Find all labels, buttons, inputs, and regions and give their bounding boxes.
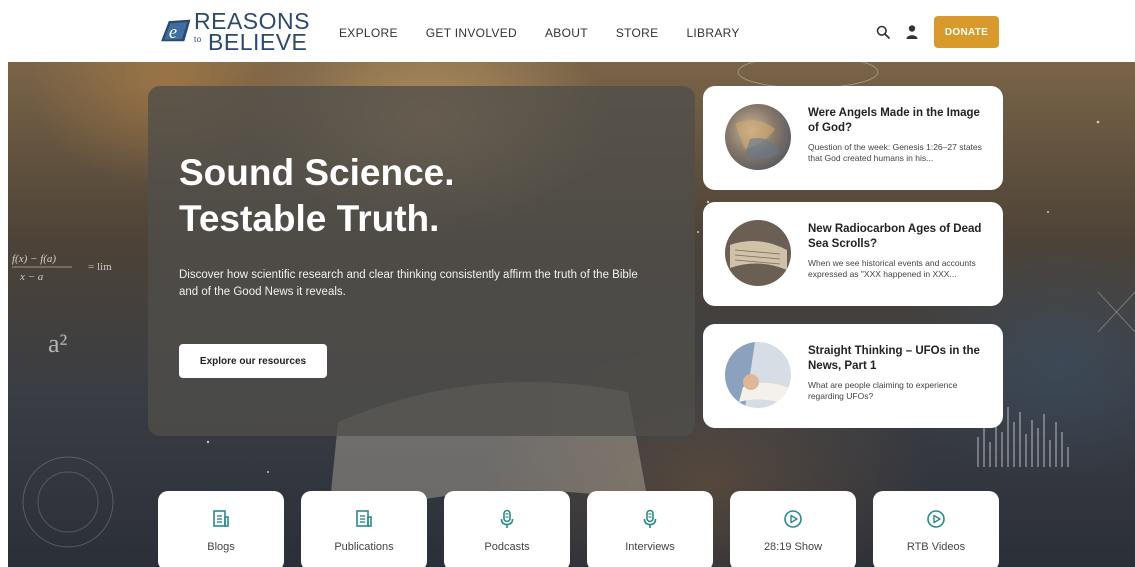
logo-text: REASONS to BELIEVE: [194, 10, 310, 54]
logo-line-2: to BELIEVE: [194, 31, 310, 54]
document-icon: [356, 510, 372, 527]
svg-text:e: e: [169, 22, 177, 43]
tile-publications[interactable]: Publications: [301, 491, 427, 567]
tile-podcasts[interactable]: Podcasts: [444, 491, 570, 567]
article-thumbnail: [725, 220, 791, 286]
nav-item-library[interactable]: LIBRARY: [686, 26, 739, 40]
article-title: Were Angels Made in the Image of God?: [808, 107, 980, 134]
article-card[interactable]: Straight Thinking – UFOs in the News, Pa…: [703, 324, 1003, 428]
search-icon[interactable]: [876, 25, 890, 39]
article-title: New Radiocarbon Ages of Dead Sea Scrolls…: [808, 223, 982, 250]
play-circle-icon: [927, 510, 945, 528]
tile-blogs[interactable]: Blogs: [158, 491, 284, 567]
nav-item-explore[interactable]: EXPLORE: [339, 26, 398, 40]
tile-label: RTB Videos: [906, 541, 966, 553]
hero-description: Discover how scientific research and cle…: [179, 269, 638, 298]
tile-label: Blogs: [207, 541, 235, 553]
tile-label: Publications: [334, 541, 394, 553]
main-nav: EXPLORE GET INVOLVED ABOUT STORE LIBRARY: [339, 26, 768, 40]
nav-item-store[interactable]: STORE: [616, 26, 659, 40]
formula-denominator: x − a: [19, 271, 44, 283]
tile-label: Interviews: [625, 541, 675, 553]
logo-line-2-text: BELIEVE: [208, 29, 308, 55]
nav-item-about[interactable]: ABOUT: [545, 26, 588, 40]
tile-rtb-videos[interactable]: RTB Videos: [873, 491, 999, 567]
hero-title-line-2: Testable Truth.: [179, 198, 440, 239]
formula-a2: a²: [48, 329, 68, 358]
document-icon: [213, 510, 229, 527]
hero-title-line-1: Sound Science.: [179, 152, 455, 193]
hero-panel: Sound Science. Testable Truth. Discover …: [148, 86, 695, 436]
explore-resources-button[interactable]: Explore our resources: [179, 344, 327, 378]
tile-label: Podcasts: [484, 541, 530, 553]
tile-label: 28:19 Show: [763, 541, 823, 553]
nav-item-get-involved[interactable]: GET INVOLVED: [426, 26, 517, 40]
article-excerpt: Question of the week: Genesis 1:26–27 st…: [808, 142, 982, 163]
article-excerpt: What are people claiming to experience r…: [808, 380, 958, 401]
donate-button[interactable]: DONATE: [934, 16, 999, 48]
formula-numerator: f(x) − f(a): [12, 253, 56, 265]
logo-mark-icon: e: [161, 19, 191, 43]
play-circle-icon: [784, 510, 802, 528]
article-card[interactable]: New Radiocarbon Ages of Dead Sea Scrolls…: [703, 202, 1003, 306]
logo[interactable]: e REASONS to BELIEVE: [158, 10, 310, 54]
article-thumbnail: [725, 104, 791, 170]
hero-title: Sound Science. Testable Truth.: [179, 150, 599, 242]
site-header: e REASONS to BELIEVE EXPLORE GET INVOLVED…: [0, 0, 1135, 62]
microphone-icon: [643, 509, 657, 528]
article-card[interactable]: Were Angels Made in the Image of God? Qu…: [703, 86, 1003, 190]
tile-interviews[interactable]: Interviews: [587, 491, 713, 567]
tile-2819-show[interactable]: 28:19 Show: [730, 491, 856, 567]
article-excerpt: When we see historical events and accoun…: [808, 258, 976, 279]
article-thumbnail: [725, 342, 791, 408]
logo-to: to: [194, 35, 202, 44]
microphone-icon: [500, 509, 514, 528]
formula-lim: = lim: [88, 261, 112, 273]
article-title: Straight Thinking – UFOs in the News, Pa…: [808, 345, 980, 372]
user-icon[interactable]: [905, 24, 919, 40]
